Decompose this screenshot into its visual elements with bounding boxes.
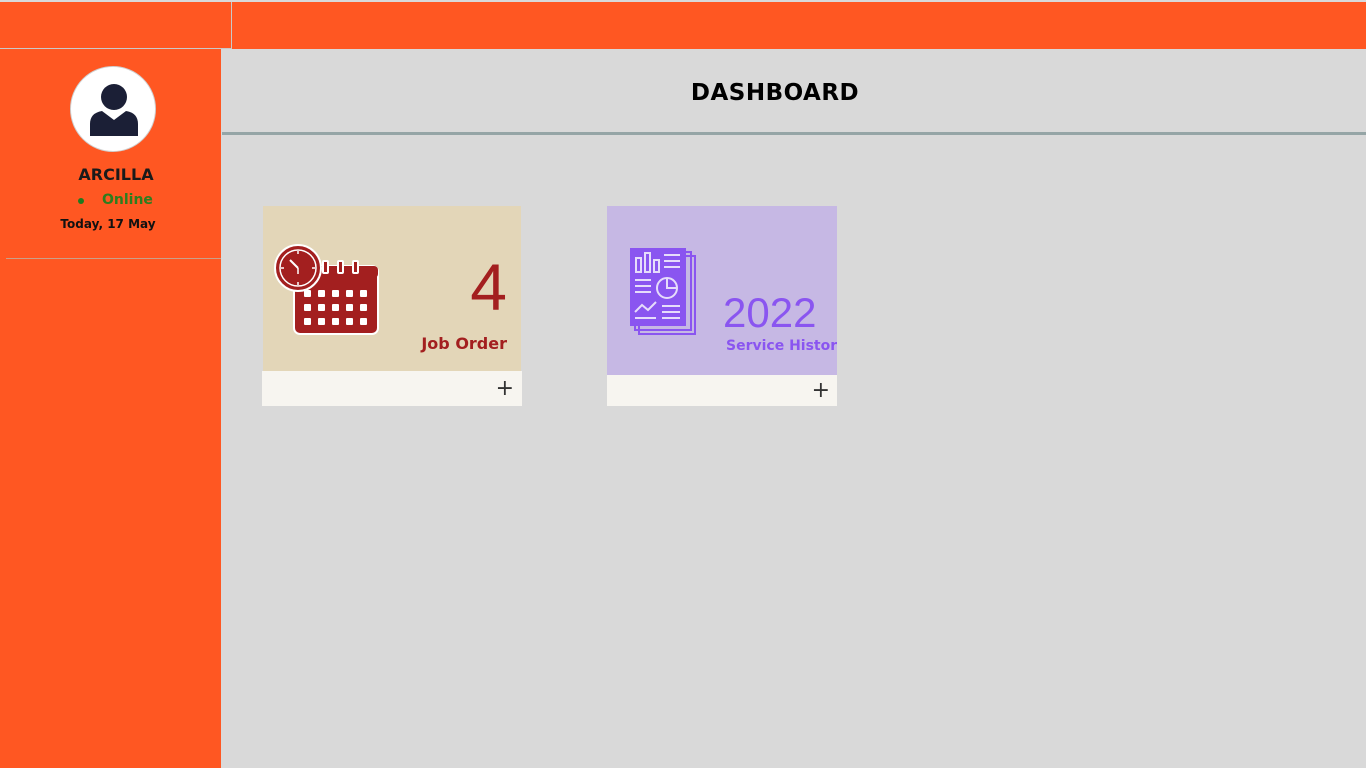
service-history-card-body[interactable]: 2022 Service History [607, 206, 837, 375]
job-order-card-body[interactable]: 4 Job Order [263, 206, 521, 371]
report-icon [630, 248, 696, 335]
page-title: DASHBOARD [690, 80, 860, 106]
sidebar: ARCILLA Online Today, 17 May [0, 49, 221, 768]
service-history-label: Service History [726, 338, 837, 354]
job-order-add-button[interactable]: + [262, 371, 522, 406]
service-history-card[interactable]: 2022 Service History + [607, 206, 837, 406]
current-date: Today, 17 May [60, 217, 156, 231]
calendar-clock-icon [274, 244, 379, 335]
title-divider [222, 132, 1366, 135]
online-status-dot-icon [78, 198, 84, 204]
job-order-label: Job Order [421, 334, 507, 353]
job-order-count: 4 [470, 250, 507, 324]
top-bar [0, 2, 1366, 49]
job-order-card[interactable]: 4 Job Order + [262, 206, 522, 406]
sidebar-divider [6, 258, 221, 259]
plus-icon: + [495, 375, 514, 401]
top-bar-brand-area [0, 2, 232, 49]
user-name: ARCILLA [78, 165, 154, 184]
plus-icon: + [811, 377, 830, 403]
service-history-year: 2022 [723, 289, 817, 336]
service-history-add-button[interactable]: + [607, 375, 837, 406]
avatar[interactable] [70, 66, 156, 152]
online-status: Online [102, 192, 153, 208]
user-icon [90, 84, 138, 136]
